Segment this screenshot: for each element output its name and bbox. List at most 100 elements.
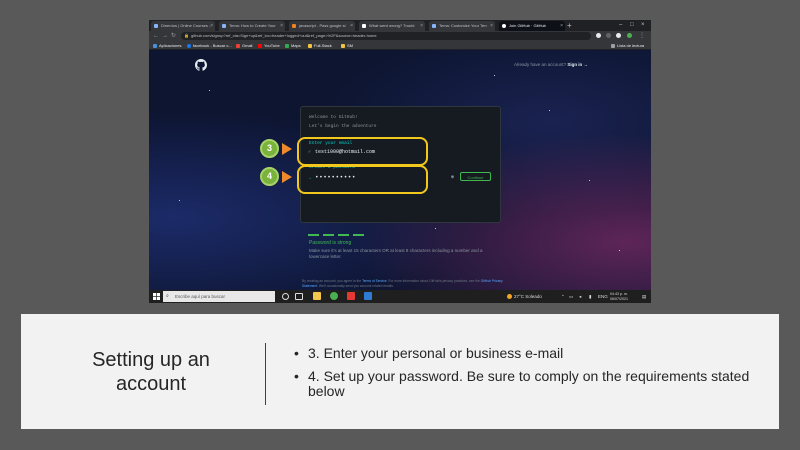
- reading-list-label: Lista de lectura: [617, 43, 645, 48]
- close-window-icon[interactable]: ×: [641, 20, 645, 31]
- bookmark-fullstack[interactable]: Full-Stack: [308, 41, 332, 50]
- reading-list[interactable]: Lista de lectura: [611, 41, 644, 50]
- close-icon[interactable]: ×: [420, 21, 423, 31]
- extensions-icon[interactable]: [606, 33, 611, 38]
- address-input[interactable]: 🔒 github.com/signup?ref_cta=Sign+up&ref_…: [181, 32, 591, 40]
- step-4-arrow-icon: [282, 171, 292, 183]
- close-icon[interactable]: ×: [490, 21, 493, 31]
- bullet-text: 3. Enter your personal or business e-mai…: [308, 345, 564, 361]
- bookmarks-bar: Aplicaciones facebook - Buscar c... Gmai…: [149, 41, 651, 50]
- minimize-icon[interactable]: –: [619, 20, 622, 31]
- github-favicon-icon: [502, 24, 506, 28]
- bookmark-facebook[interactable]: facebook - Buscar c...: [187, 41, 232, 50]
- tab-favicon-icon: [362, 24, 366, 28]
- address-text: github.com/signup?ref_cta=Sign+up&ref_lo…: [191, 33, 377, 38]
- bullet-icon: •: [294, 345, 299, 361]
- already-text: Already have an account?: [514, 62, 567, 67]
- forward-icon[interactable]: →: [162, 32, 168, 40]
- reload-icon[interactable]: ↻: [171, 32, 176, 40]
- eye-icon[interactable]: ◉: [451, 174, 454, 180]
- close-icon[interactable]: ×: [560, 21, 563, 31]
- legal-text: By creating an account, you agree to the: [302, 279, 362, 283]
- cortana-icon[interactable]: [282, 293, 289, 300]
- menu-icon[interactable]: ⋮: [639, 32, 645, 40]
- star-decoration: [589, 180, 590, 181]
- welcome-line-2: Let's begin the adventure: [309, 124, 377, 129]
- bookmark-maps[interactable]: Maps: [285, 41, 301, 50]
- search-placeholder: Escribe aquí para buscar: [175, 294, 226, 299]
- clock-date: 06/07/2021: [610, 296, 628, 301]
- vscode-icon[interactable]: [364, 292, 372, 300]
- browser-tab[interactable]: Tema: Customize Your Terr ×: [429, 21, 495, 31]
- bookmark-gmail[interactable]: Gmail: [236, 41, 252, 50]
- list-item: • 4. Set up your password. Be sure to com…: [294, 369, 764, 399]
- step-4-badge: 4: [260, 167, 279, 186]
- bookmark-youtube[interactable]: YouTube: [258, 41, 280, 50]
- star-decoration: [179, 200, 180, 201]
- star-decoration: [209, 90, 210, 91]
- notifications-icon[interactable]: ▤: [642, 290, 646, 303]
- sun-icon: [507, 294, 512, 300]
- terms-link[interactable]: Terms of Service: [362, 279, 387, 283]
- close-icon[interactable]: ×: [350, 21, 353, 31]
- weather-widget[interactable]: 27°C Soleado: [507, 290, 542, 303]
- browser-tab[interactable]: javascript - Pass google si ×: [289, 21, 355, 31]
- star-decoration: [494, 75, 495, 76]
- puzzle-icon[interactable]: [616, 33, 621, 38]
- step-3-badge: 3: [260, 139, 279, 158]
- tab-favicon-icon: [292, 24, 296, 28]
- browser-tab[interactable]: Tema: How to Create Your ×: [219, 21, 285, 31]
- bookmark-apps[interactable]: Aplicaciones: [153, 41, 181, 50]
- volume-icon[interactable]: ◂: [579, 290, 581, 303]
- avatar[interactable]: [627, 33, 632, 38]
- youtube-icon: [258, 43, 262, 48]
- continue-button[interactable]: Continue: [460, 172, 491, 181]
- windows-taskbar: ⌕ Escribe aquí para buscar 27°C Soleado …: [149, 290, 651, 303]
- chrome-icon[interactable]: [330, 292, 338, 300]
- strength-bar: [323, 234, 334, 236]
- new-tab-button[interactable]: +: [567, 20, 572, 31]
- network-icon[interactable]: ▭: [569, 290, 573, 303]
- tab-label: What went wrong? Troubl: [369, 23, 415, 28]
- browser-tab-active[interactable]: Join GitHub · GitHub ×: [499, 21, 565, 31]
- maximize-icon[interactable]: □: [630, 20, 634, 31]
- already-have-account: Already have an account? Sign in →: [514, 62, 588, 67]
- list-item: • 3. Enter your personal or business e-ma…: [294, 346, 764, 361]
- clock[interactable]: 04:43 p. m. 06/07/2021: [610, 292, 628, 301]
- tray-chevron-icon[interactable]: ⌃: [561, 290, 565, 303]
- strength-bar: [353, 234, 364, 236]
- github-logo-icon[interactable]: [195, 59, 207, 71]
- star-icon[interactable]: [596, 33, 601, 38]
- close-icon[interactable]: ×: [210, 21, 213, 31]
- star-decoration: [435, 228, 436, 229]
- clock-time: 04:43 p. m.: [610, 292, 628, 296]
- bookmark-sm[interactable]: SM: [341, 41, 353, 50]
- instruction-list: • 3. Enter your personal or business e-ma…: [294, 346, 764, 407]
- slide-title: Setting up an account: [92, 349, 210, 395]
- app-icon[interactable]: [347, 292, 355, 300]
- bullet-text: 4. Set up your password. Be sure to comp…: [308, 368, 750, 399]
- sign-in-link[interactable]: Sign in →: [567, 62, 588, 67]
- browser-tab[interactable]: Dinerdus | Online Courses - ×: [151, 21, 215, 31]
- strength-bar: [338, 234, 349, 236]
- battery-icon[interactable]: ▮: [589, 290, 591, 303]
- bookmark-label: Full-Stack: [314, 43, 332, 48]
- tab-label: javascript - Pass google si: [299, 23, 346, 28]
- bookmark-label: SM: [347, 43, 353, 48]
- strength-bar: [308, 234, 319, 236]
- task-view-icon[interactable]: [295, 293, 303, 300]
- back-icon[interactable]: ←: [153, 32, 159, 40]
- language-indicator[interactable]: ENG: [598, 290, 608, 303]
- close-icon[interactable]: ×: [280, 21, 283, 31]
- gmail-icon: [236, 43, 240, 48]
- search-icon: ⌕: [166, 293, 169, 299]
- taskbar-search-input[interactable]: ⌕ Escribe aquí para buscar: [163, 291, 275, 302]
- bullet-icon: •: [294, 368, 299, 384]
- tab-favicon-icon: [222, 24, 226, 28]
- file-explorer-icon[interactable]: [313, 292, 321, 300]
- browser-tab[interactable]: What went wrong? Troubl ×: [359, 21, 425, 31]
- bookmark-label: Gmail: [242, 43, 253, 48]
- star-decoration: [549, 110, 550, 111]
- windows-start-icon[interactable]: [153, 293, 160, 300]
- tab-favicon-icon: [432, 24, 436, 28]
